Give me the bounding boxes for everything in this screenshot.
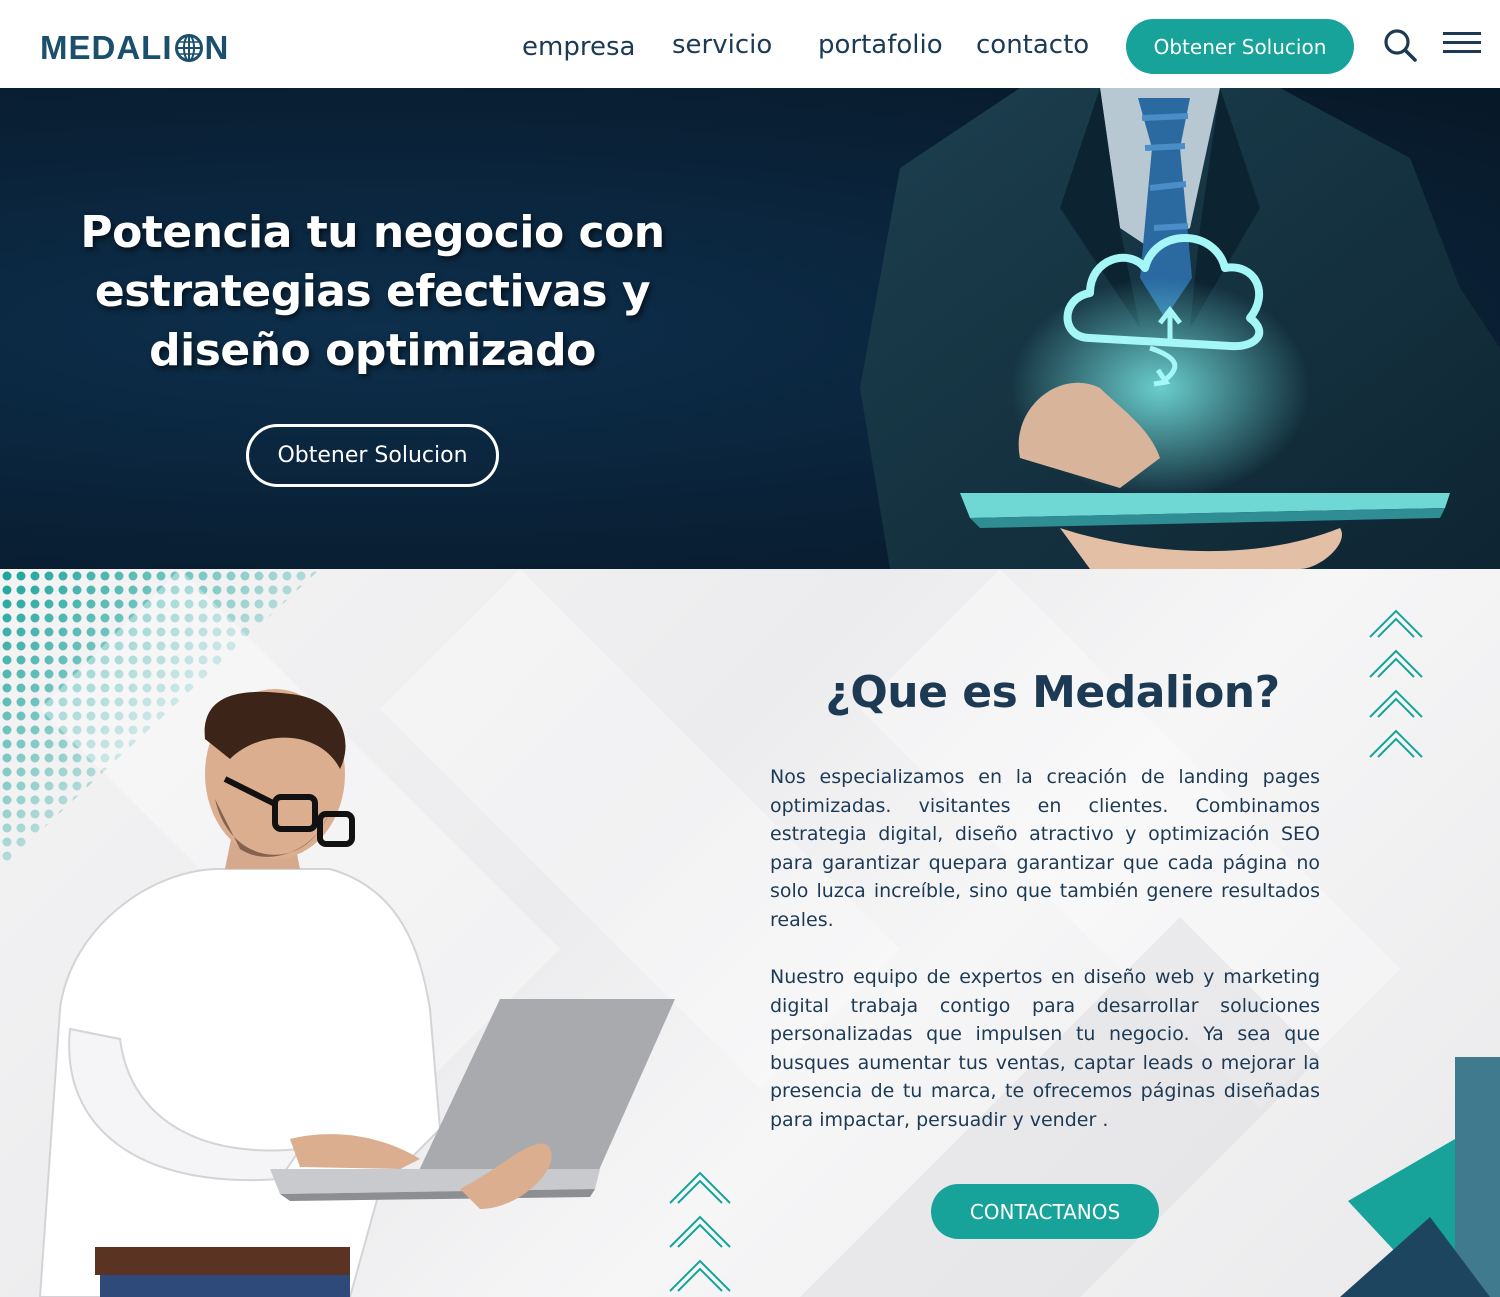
logo-text-right: N [204, 29, 230, 66]
contact-button[interactable]: CONTACTANOS [931, 1184, 1159, 1239]
about-title: ¿Que es Medalion? [825, 667, 1280, 718]
globe-icon [174, 34, 203, 62]
chevron-up-decoration-bottom-icon [669, 1171, 731, 1292]
hero-title-line2: estrategias efectivas y [94, 266, 651, 317]
chevron-up-decoration-icon [1369, 609, 1423, 758]
nav-servicio[interactable]: servicio [672, 30, 772, 60]
businessman-cloud-tablet-image [860, 88, 1500, 569]
corner-decoration-shapes [1340, 1057, 1500, 1297]
hero-title-line1: Potencia tu negocio con [80, 207, 665, 258]
hero-banner: Potencia tu negocio con estrategias efec… [0, 88, 1500, 569]
get-solution-header-button[interactable]: Obtener Solucion [1126, 19, 1354, 74]
site-header: MEDALI N empresa servicio portafolio con… [0, 0, 1500, 88]
man-with-laptop-image [38, 689, 675, 1297]
about-paragraph-1: Nos especializamos en la creación de lan… [770, 766, 1320, 931]
logo-text-left: MEDALI [40, 29, 173, 66]
hero-title-line3: diseño optimizado [149, 325, 596, 376]
get-solution-hero-button[interactable]: Obtener Solucion [246, 424, 499, 487]
nav-contacto[interactable]: contacto [976, 30, 1089, 60]
hero-title: Potencia tu negocio con estrategias efec… [60, 203, 685, 380]
hamburger-menu-icon[interactable] [1443, 30, 1481, 56]
medalion-logo[interactable]: MEDALI N [40, 28, 229, 68]
nav-empresa[interactable]: empresa [522, 32, 635, 62]
nav-portafolio[interactable]: portafolio [818, 30, 943, 60]
search-icon[interactable] [1382, 27, 1418, 63]
about-section: ¿Que es Medalion? Nos especializamos en … [0, 569, 1500, 1297]
about-paragraph-2: Nuestro equipo de expertos en diseño web… [770, 966, 1320, 1131]
